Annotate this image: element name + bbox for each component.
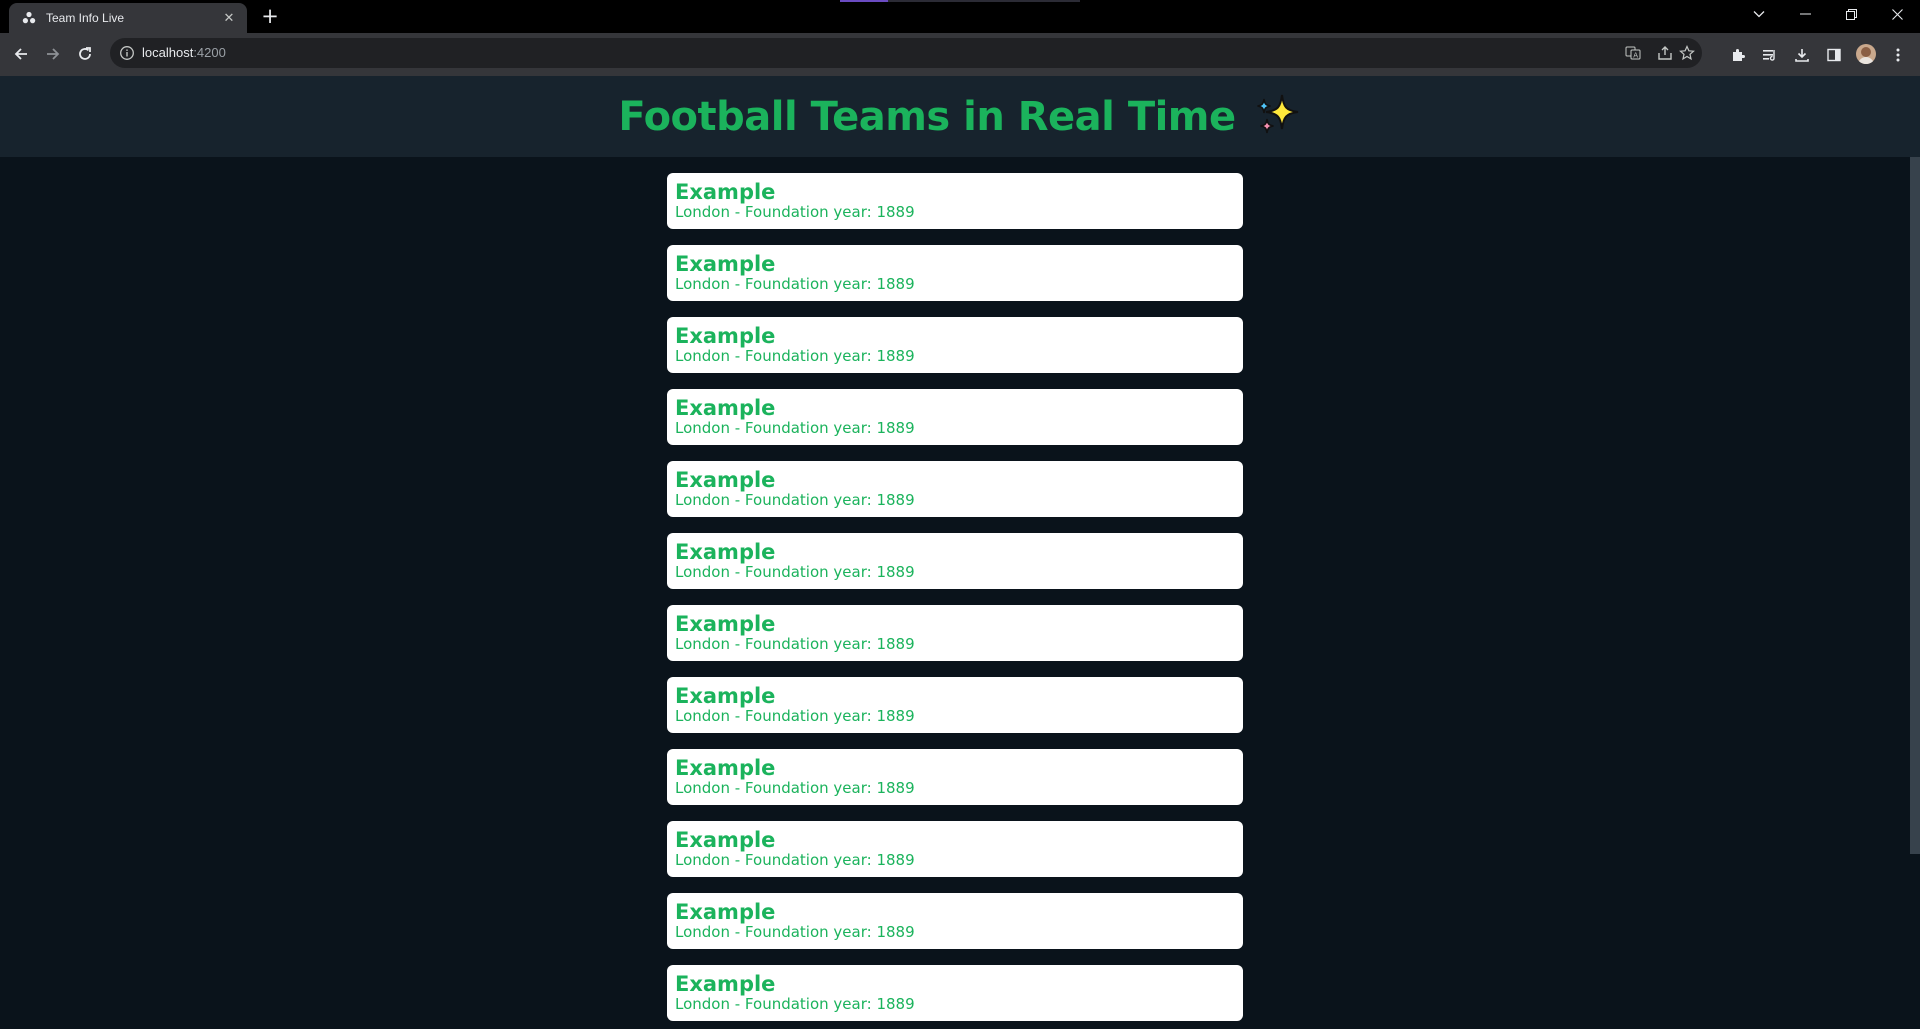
- team-card[interactable]: Example London - Foundation year: 1889: [667, 317, 1243, 373]
- back-icon[interactable]: [7, 40, 35, 68]
- profile-avatar[interactable]: [1856, 44, 1876, 64]
- team-card[interactable]: Example London - Foundation year: 1889: [667, 389, 1243, 445]
- media-indicator-accent: [840, 0, 888, 2]
- team-card[interactable]: Example London - Foundation year: 1889: [667, 677, 1243, 733]
- team-card[interactable]: Example London - Foundation year: 1889: [667, 605, 1243, 661]
- team-info: London - Foundation year: 1889: [675, 491, 915, 509]
- restore-icon[interactable]: [1828, 0, 1874, 28]
- download-icon[interactable]: [1792, 45, 1812, 65]
- menu-kebab-icon[interactable]: [1888, 45, 1908, 65]
- tab-close-icon[interactable]: ✕: [221, 11, 237, 26]
- team-name: Example: [675, 972, 776, 996]
- team-card[interactable]: Example London - Foundation year: 1889: [667, 461, 1243, 517]
- team-info: London - Foundation year: 1889: [675, 779, 915, 797]
- team-info: London - Foundation year: 1889: [675, 851, 915, 869]
- team-name: Example: [675, 324, 776, 348]
- team-info: London - Foundation year: 1889: [675, 203, 915, 221]
- team-info: London - Foundation year: 1889: [675, 347, 915, 365]
- team-name: Example: [675, 828, 776, 852]
- close-window-icon[interactable]: [1874, 0, 1920, 28]
- team-name: Example: [675, 180, 776, 204]
- team-info: London - Foundation year: 1889: [675, 419, 915, 437]
- team-card[interactable]: Example London - Foundation year: 1889: [667, 821, 1243, 877]
- address-bar[interactable]: localhost:4200 A: [110, 38, 1702, 68]
- media-controls-icon[interactable]: [1760, 45, 1780, 65]
- team-info: London - Foundation year: 1889: [675, 275, 915, 293]
- browser-toolbar: localhost:4200 A: [0, 33, 1920, 76]
- team-name: Example: [675, 684, 776, 708]
- translate-icon[interactable]: A: [1624, 44, 1642, 62]
- page-header: Football Teams in Real Time: [0, 76, 1920, 157]
- forward-icon[interactable]: [39, 40, 67, 68]
- sparkles-icon: [1256, 94, 1298, 133]
- team-list: Example London - Foundation year: 1889 E…: [667, 173, 1243, 1029]
- team-name: Example: [675, 756, 776, 780]
- team-card[interactable]: Example London - Foundation year: 1889: [667, 245, 1243, 301]
- team-name: Example: [675, 468, 776, 492]
- favicon-icon: [21, 10, 37, 26]
- team-name: Example: [675, 540, 776, 564]
- page-viewport: Football Teams in Real Time Example Lond…: [0, 76, 1920, 1029]
- team-name: Example: [675, 612, 776, 636]
- browser-tab-strip: Team Info Live ✕ +: [0, 0, 1920, 33]
- team-card[interactable]: Example London - Foundation year: 1889: [667, 893, 1243, 949]
- url-text: localhost:4200: [142, 45, 226, 60]
- new-tab-button[interactable]: +: [257, 5, 283, 29]
- tab-search-icon[interactable]: [1736, 0, 1782, 28]
- team-card[interactable]: Example London - Foundation year: 1889: [667, 749, 1243, 805]
- browser-tab[interactable]: Team Info Live ✕: [9, 3, 247, 33]
- bookmark-star-icon[interactable]: [1678, 44, 1696, 62]
- reload-icon[interactable]: [71, 40, 99, 68]
- site-info-icon[interactable]: [119, 45, 135, 61]
- svg-text:A: A: [1633, 51, 1638, 59]
- team-info: London - Foundation year: 1889: [675, 995, 915, 1013]
- team-card[interactable]: Example London - Foundation year: 1889: [667, 533, 1243, 589]
- tab-title: Team Info Live: [46, 11, 125, 25]
- team-card[interactable]: Example London - Foundation year: 1889: [667, 173, 1243, 229]
- team-info: London - Foundation year: 1889: [675, 923, 915, 941]
- team-info: London - Foundation year: 1889: [675, 635, 915, 653]
- share-icon[interactable]: [1656, 44, 1674, 62]
- scrollbar-thumb[interactable]: [1910, 157, 1920, 854]
- team-name: Example: [675, 900, 776, 924]
- team-name: Example: [675, 252, 776, 276]
- minimize-icon[interactable]: [1782, 0, 1828, 28]
- team-info: London - Foundation year: 1889: [675, 707, 915, 725]
- side-panel-icon[interactable]: [1824, 45, 1844, 65]
- extensions-icon[interactable]: [1728, 45, 1748, 65]
- team-card[interactable]: Example London - Foundation year: 1889: [667, 965, 1243, 1021]
- team-info: London - Foundation year: 1889: [675, 563, 915, 581]
- page-title: Football Teams in Real Time: [618, 93, 1236, 140]
- team-name: Example: [675, 396, 776, 420]
